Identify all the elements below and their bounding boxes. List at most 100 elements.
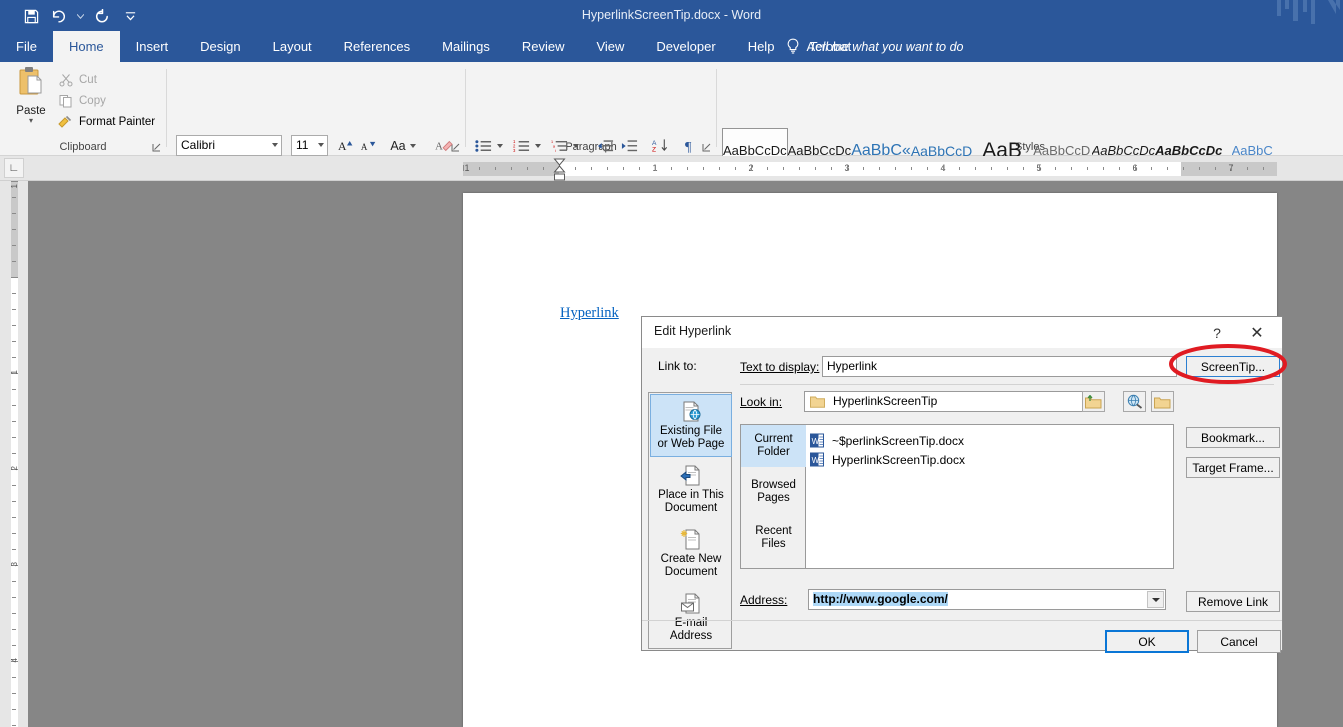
address-dropdown-icon[interactable] (1147, 591, 1164, 608)
file-list[interactable]: W ~$perlinkScreenTip.docx W HyperlinkScr… (806, 425, 1173, 568)
divider (740, 384, 1274, 385)
text-to-display-label: Text to display: (740, 360, 819, 374)
change-case-dropdown-icon[interactable] (409, 143, 416, 148)
vertical-ruler-tick (12, 725, 16, 726)
font-name-input[interactable]: Calibri (176, 135, 282, 156)
svg-text:A: A (338, 140, 347, 153)
horizontal-ruler[interactable]: ∟ 1 1 2 3 4 5 6 7 (0, 156, 1343, 181)
ruler-tick (767, 167, 768, 170)
multilevel-list-dropdown-icon[interactable] (570, 135, 581, 156)
address-label-text: Address: (740, 593, 788, 607)
numbering-button[interactable]: 1 2 3 (510, 135, 532, 156)
screentip-button[interactable]: ScreenTip... (1186, 356, 1280, 377)
sort-button[interactable]: AZ (649, 135, 671, 156)
dialog-body: Link to: Existing File or Web Page Place… (642, 348, 1282, 653)
tab-view[interactable]: View (580, 31, 640, 62)
ruler-tick (1151, 167, 1152, 170)
file-list-item[interactable]: W HyperlinkScreenTip.docx (810, 450, 1173, 469)
cancel-button[interactable]: Cancel (1197, 630, 1281, 653)
canvas-gutter-right (1277, 181, 1343, 727)
font-name-dropdown-icon[interactable] (272, 143, 278, 147)
document-hyperlink[interactable]: Hyperlink (560, 305, 619, 322)
tab-layout[interactable]: Layout (257, 31, 328, 62)
cut-button[interactable]: Cut (58, 70, 97, 89)
ruler-tick (927, 167, 928, 170)
numbering-dropdown-icon[interactable] (532, 135, 543, 156)
ribbon: Paste ▾ Cut Copy Format Painter Clipboar… (0, 62, 1343, 188)
tab-developer[interactable]: Developer (640, 31, 731, 62)
tab-references[interactable]: References (328, 31, 426, 62)
remove-link-button[interactable]: Remove Link (1186, 591, 1280, 612)
ok-button[interactable]: OK (1105, 630, 1189, 653)
decrease-indent-button[interactable] (594, 135, 616, 156)
vertical-ruler[interactable]: 1 1 2 3 4 (4, 181, 24, 727)
link-to-existing-file[interactable]: Existing File or Web Page (650, 394, 732, 457)
paste-button[interactable]: Paste ▾ (8, 66, 54, 128)
show-formatting-marks-button[interactable]: ¶ (680, 135, 702, 156)
font-size-input[interactable]: 11 (291, 135, 328, 156)
link-to-create-new-document[interactable]: Create New Document (650, 522, 732, 585)
address-combobox[interactable]: http://www.google.com/ (808, 589, 1166, 610)
browse-tab-browsed-pages[interactable]: Browsed Pages (741, 471, 806, 513)
ruler-track[interactable]: 1 1 2 3 4 5 6 7 (463, 158, 1277, 181)
cut-label: Cut (79, 73, 97, 86)
clipboard-dialog-launcher[interactable] (151, 141, 163, 153)
change-case-button[interactable]: Aa (386, 135, 420, 156)
remove-link-label: Remove Link (1197, 594, 1269, 609)
font-size-dropdown-icon[interactable] (318, 143, 324, 147)
text-to-display-input[interactable]: Hyperlink (822, 356, 1177, 377)
vertical-ruler-tick (12, 437, 16, 438)
browse-tab-current-folder[interactable]: Current Folder (741, 425, 806, 467)
clear-formatting-button[interactable]: A (432, 135, 456, 156)
multilevel-list-button[interactable]: 1 a i (548, 135, 570, 156)
link-to-place-in-document[interactable]: Place in This Document (650, 458, 732, 521)
tab-file[interactable]: File (0, 31, 53, 62)
ruler-tick (1055, 167, 1056, 170)
shrink-font-button[interactable]: A (358, 135, 380, 156)
browse-tab-recent-files[interactable]: Recent Files (741, 517, 806, 559)
tell-me-search[interactable]: Tell me what you want to do (786, 31, 964, 62)
edit-hyperlink-dialog: Edit Hyperlink ? ✕ Link to: Existing Fil… (641, 316, 1283, 653)
paste-dropdown-icon[interactable]: ▾ (29, 117, 33, 125)
grow-font-button[interactable]: A (336, 135, 358, 156)
link-to-label-line2: Address (669, 629, 713, 642)
tab-stop-selector-button[interactable]: ∟ (4, 158, 24, 178)
tab-mailings[interactable]: Mailings (426, 31, 506, 62)
bookmark-button[interactable]: Bookmark... (1186, 427, 1280, 448)
copy-button[interactable]: Copy (58, 91, 106, 110)
link-to-email-address[interactable]: E-mail Address (650, 586, 732, 649)
copy-icon (58, 93, 73, 108)
ruler-tick (911, 167, 912, 170)
link-to-label-line2: Document (664, 565, 718, 578)
paragraph-dialog-launcher[interactable] (701, 141, 713, 153)
increase-indent-button[interactable] (618, 135, 640, 156)
ruler-number: 1 (464, 163, 470, 173)
browse-the-web-icon[interactable] (1123, 391, 1146, 412)
browse-tab-line2: Folder (757, 446, 790, 458)
tab-home[interactable]: Home (52, 31, 120, 62)
bullets-button[interactable] (472, 135, 494, 156)
tab-help[interactable]: Help (732, 31, 791, 62)
screentip-label: ScreenTip... (1200, 359, 1266, 374)
link-to-label-line1: E-mail (674, 616, 708, 629)
tab-review[interactable]: Review (506, 31, 581, 62)
tab-insert[interactable]: Insert (120, 31, 185, 62)
bullets-dropdown-icon[interactable] (494, 135, 505, 156)
up-one-folder-icon[interactable] (1082, 391, 1105, 412)
canvas-gutter-left (28, 181, 463, 727)
ruler-tick (1215, 167, 1216, 170)
help-icon[interactable]: ? (1204, 322, 1230, 344)
ruler-tick (991, 167, 992, 170)
tab-design[interactable]: Design (184, 31, 256, 62)
svg-text:A: A (361, 142, 368, 152)
close-icon[interactable]: ✕ (1242, 322, 1272, 344)
look-in-label-text: Look in: (740, 395, 783, 409)
browse-for-file-icon[interactable] (1151, 391, 1174, 412)
folder-icon (810, 395, 825, 413)
target-frame-button[interactable]: Target Frame... (1186, 457, 1280, 478)
paste-icon (16, 66, 46, 103)
format-painter-button[interactable]: Format Painter (58, 112, 155, 131)
ruler-tick (463, 165, 464, 171)
file-list-item[interactable]: W ~$perlinkScreenTip.docx (810, 431, 1173, 450)
look-in-combobox[interactable]: HyperlinkScreenTip (804, 391, 1104, 412)
